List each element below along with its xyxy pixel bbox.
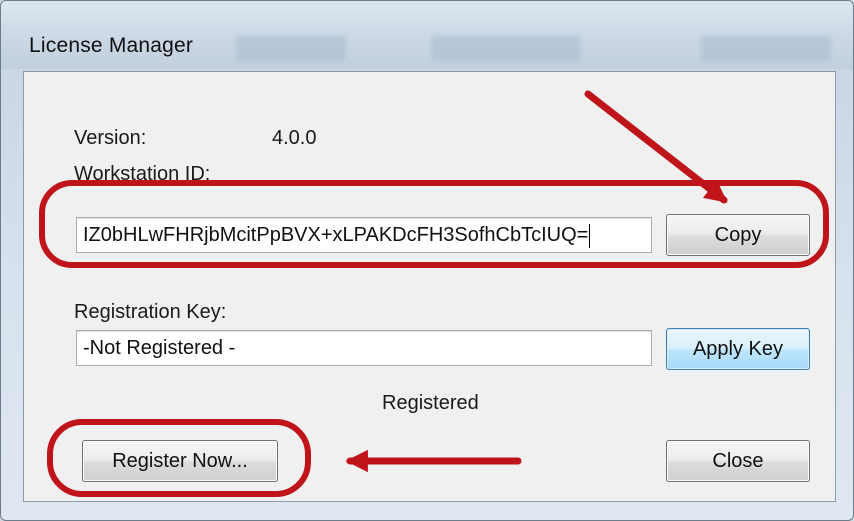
close-button-label: Close xyxy=(712,450,764,472)
close-button[interactable]: Close xyxy=(666,440,810,482)
registration-key-field[interactable]: -Not Registered - xyxy=(76,330,652,366)
register-now-button-label: Register Now... xyxy=(112,450,248,472)
text-caret xyxy=(589,223,591,248)
copy-button[interactable]: Copy xyxy=(666,214,810,256)
dialog-body: Version: 4.0.0 Workstation ID: IZ0bHLwFH… xyxy=(23,71,836,502)
license-manager-window: License Manager Version: 4.0.0 Workstati… xyxy=(0,0,854,521)
registration-status: Registered xyxy=(382,392,479,414)
register-now-button[interactable]: Register Now... xyxy=(82,440,278,482)
background-blur xyxy=(236,35,346,61)
background-blur xyxy=(701,35,831,61)
background-blur xyxy=(431,35,581,61)
title-bar[interactable]: License Manager xyxy=(1,1,853,69)
copy-button-label: Copy xyxy=(714,224,762,246)
version-value: 4.0.0 xyxy=(272,127,317,149)
workstation-id-field[interactable]: IZ0bHLwFHRjbMcitPpBVX+xLPAKDcFH3SofhCbTc… xyxy=(76,217,652,253)
registration-key-label: Registration Key: xyxy=(74,301,227,323)
workstation-id-value: IZ0bHLwFHRjbMcitPpBVX+xLPAKDcFH3SofhCbTc… xyxy=(83,224,589,246)
window-title: License Manager xyxy=(29,34,194,57)
workstation-id-label: Workstation ID: xyxy=(74,163,211,185)
version-label: Version: xyxy=(74,127,147,149)
registration-key-value: -Not Registered - xyxy=(83,337,236,359)
apply-key-button-label: Apply Key xyxy=(692,338,784,360)
apply-key-button[interactable]: Apply Key xyxy=(666,328,810,370)
